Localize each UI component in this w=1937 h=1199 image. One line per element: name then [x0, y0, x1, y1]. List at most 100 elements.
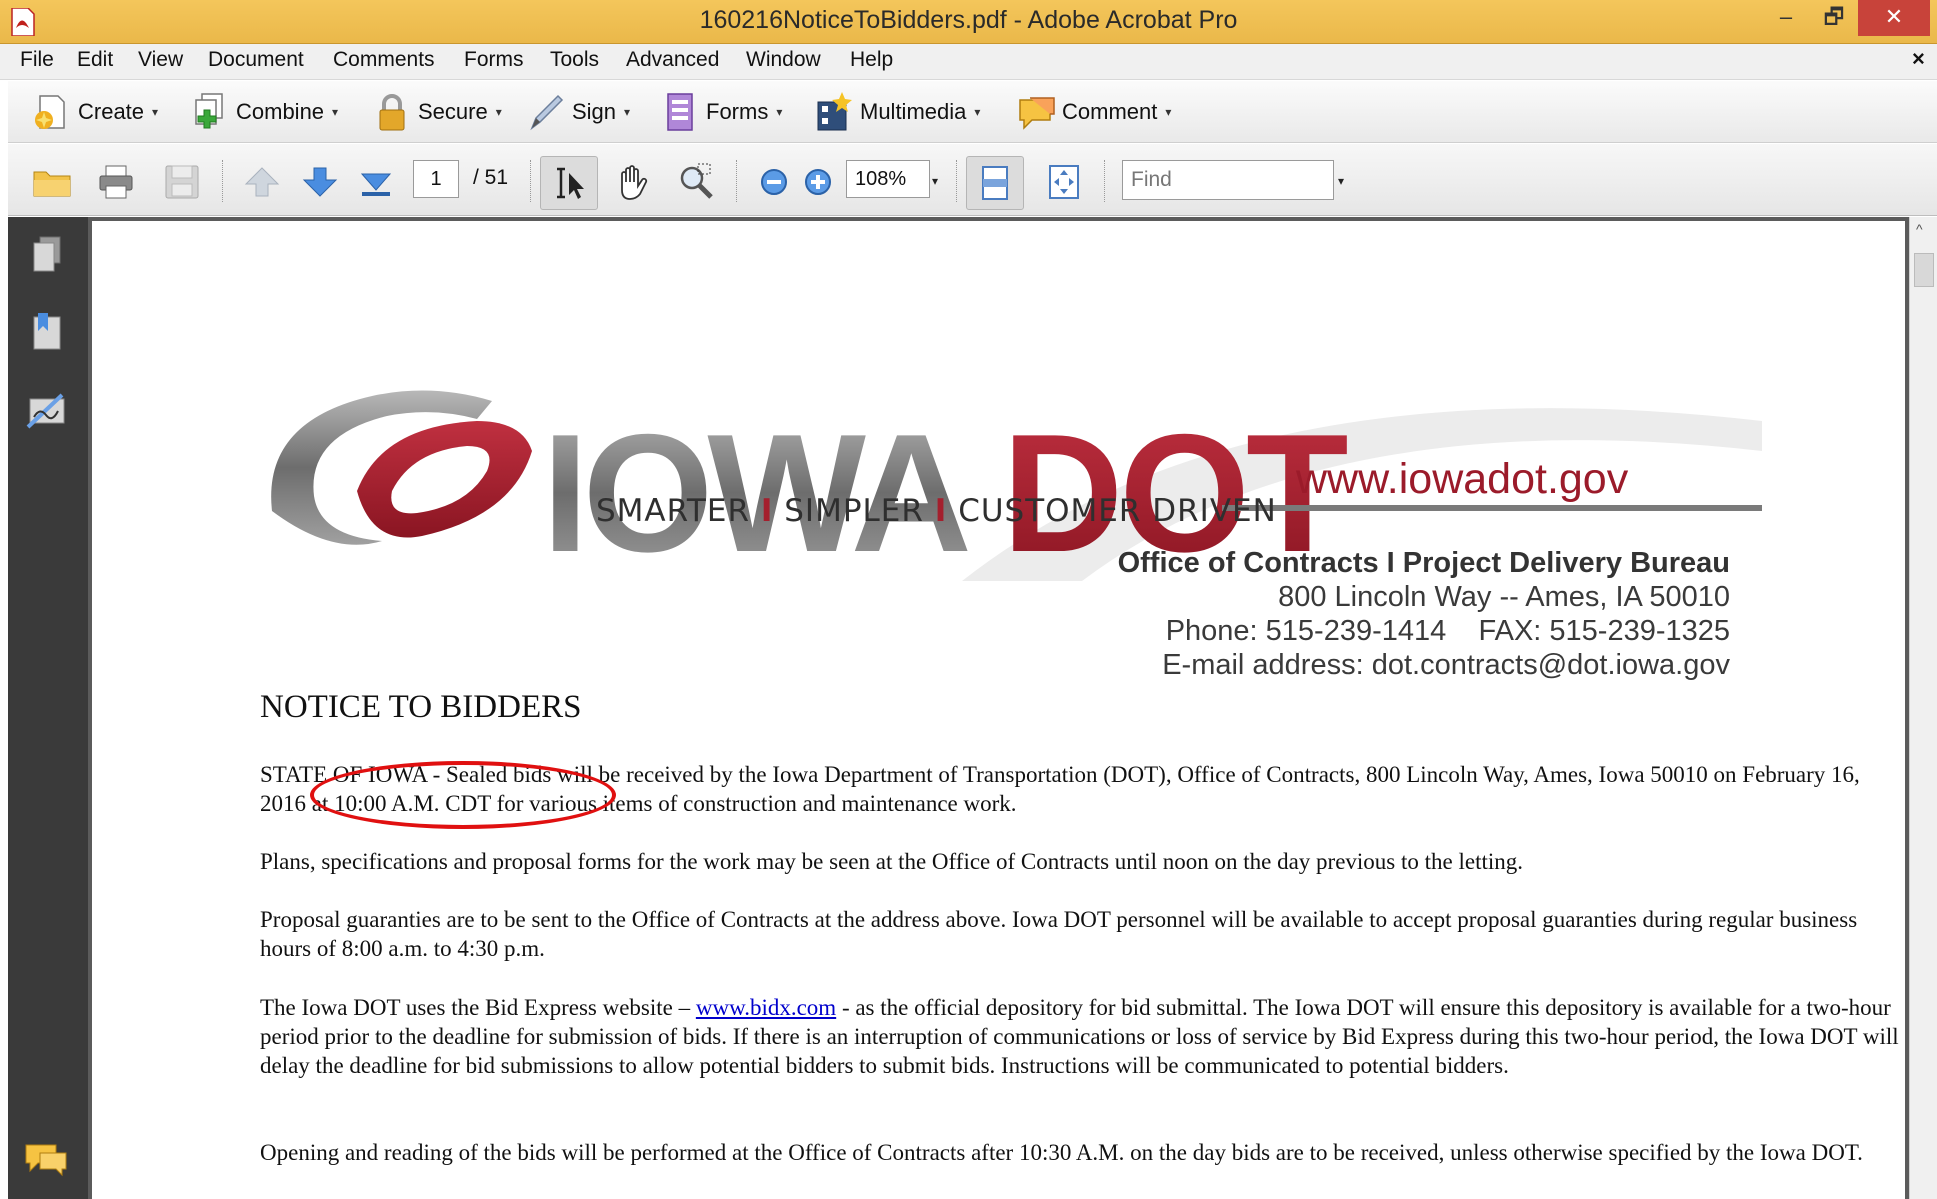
combine-label: Combine: [236, 99, 325, 124]
combine-button[interactable]: Combine ▾: [188, 89, 338, 135]
last-page-icon[interactable]: [356, 162, 396, 202]
marquee-zoom-icon[interactable]: [676, 162, 716, 202]
select-tool-button[interactable]: [540, 156, 598, 210]
forms-button[interactable]: Forms ▾: [658, 89, 782, 135]
close-document-icon[interactable]: ×: [1912, 46, 1925, 72]
page-number-input[interactable]: 1: [413, 160, 459, 198]
window-title: 160216NoticeToBidders.pdf - Adobe Acroba…: [699, 6, 1238, 34]
scroll-thumb[interactable]: [1914, 253, 1934, 287]
menu-comments[interactable]: Comments: [333, 48, 435, 72]
para4-text-before: The Iowa DOT uses the Bid Express websit…: [260, 995, 696, 1020]
tagline: SMARTER I SIMPLER I CUSTOMER DRIVEN: [596, 493, 1277, 529]
forms-label: Forms: [706, 99, 769, 124]
paragraph-plans: Plans, specifications and proposal forms…: [260, 849, 1524, 874]
chevron-down-icon: ▾: [152, 105, 159, 119]
bidx-link[interactable]: www.bidx.com: [696, 995, 836, 1020]
multimedia-label: Multimedia: [860, 99, 967, 124]
pdf-page: IOWA DOT www.iowadot.gov SMARTER I SIMPL…: [92, 221, 1905, 1199]
menu-document[interactable]: Document: [208, 48, 304, 72]
secure-button[interactable]: Secure ▾: [370, 89, 502, 135]
chevron-down-icon: ▾: [332, 105, 339, 119]
minimize-button[interactable]: –: [1762, 0, 1810, 36]
comment-label: Comment: [1062, 99, 1158, 124]
office-phone-fax: Phone: 515-239-1414 FAX: 515-239-1325: [1165, 615, 1730, 647]
text-cursor-icon: [557, 167, 584, 199]
menu-view[interactable]: View: [138, 48, 183, 72]
comments-pane-icon[interactable]: [22, 1135, 72, 1185]
common-toolbar: 1 / 51 108% ▾ Find ▾: [8, 144, 1937, 216]
create-icon: [35, 95, 65, 129]
notice-title: NOTICE TO BIDDERS: [260, 689, 582, 725]
pen-icon: [530, 94, 564, 131]
restore-button[interactable]: 🗗: [1810, 0, 1858, 36]
close-button[interactable]: ✕: [1858, 0, 1930, 36]
date-highlight-annotation: [310, 761, 616, 829]
lock-icon: [379, 94, 405, 131]
find-input[interactable]: Find: [1122, 160, 1334, 200]
comment-button[interactable]: Comment ▾: [1014, 89, 1171, 135]
sign-label: Sign: [572, 99, 617, 124]
save-icon[interactable]: [162, 162, 202, 202]
open-folder-icon[interactable]: [32, 162, 72, 202]
menu-forms[interactable]: Forms: [464, 48, 524, 72]
toolbar-separator: [222, 160, 224, 202]
tagline-separator: I: [760, 493, 774, 529]
create-button[interactable]: Create ▾: [30, 89, 158, 135]
zoom-out-icon[interactable]: [754, 162, 794, 202]
fit-page-icon[interactable]: [1044, 162, 1084, 202]
menu-file[interactable]: File: [20, 48, 54, 72]
office-address: 800 Lincoln Way -- Ames, IA 50010: [1278, 581, 1730, 613]
title-bar: 160216NoticeToBidders.pdf - Adobe Acroba…: [0, 0, 1937, 44]
signatures-icon[interactable]: [22, 387, 72, 437]
toolbar-separator: [1104, 160, 1106, 202]
logo-underline: [1222, 505, 1762, 511]
chevron-down-icon: ▾: [974, 105, 981, 119]
navigation-pane: [8, 217, 88, 1199]
pages-icon[interactable]: [22, 231, 72, 281]
zoom-level-field[interactable]: 108%: [846, 160, 930, 198]
tasks-toolbar: Create ▾ Combine ▾ Secure ▾ Sign ▾ Forms…: [8, 81, 1937, 143]
previous-page-icon[interactable]: [242, 162, 282, 202]
tagline-customer-driven: CUSTOMER DRIVEN: [958, 493, 1277, 529]
create-label: Create: [78, 99, 145, 124]
scroll-up-icon[interactable]: ^: [1916, 221, 1923, 237]
menu-bar: File Edit View Document Comments Forms T…: [0, 44, 1937, 80]
combine-icon: [195, 93, 223, 129]
chevron-down-icon: ▾: [624, 105, 631, 119]
chevron-down-icon: ▾: [776, 105, 783, 119]
office-email: E-mail address: dot.contracts@dot.iowa.g…: [1162, 649, 1730, 681]
menu-tools[interactable]: Tools: [550, 48, 599, 72]
document-viewport[interactable]: IOWA DOT www.iowadot.gov SMARTER I SIMPL…: [88, 217, 1909, 1199]
secure-label: Secure: [418, 99, 488, 124]
chevron-down-icon: ▾: [1165, 105, 1172, 119]
website-url: www.iowadot.gov: [1296, 455, 1629, 503]
tagline-simpler: SIMPLER: [784, 493, 924, 529]
tagline-separator: I: [934, 493, 948, 529]
next-page-icon[interactable]: [300, 162, 340, 202]
office-name: Office of Contracts I Project Delivery B…: [1117, 547, 1730, 579]
multimedia-button[interactable]: Multimedia ▾: [812, 89, 980, 135]
iowa-dot-logo: IOWA DOT: [271, 390, 1762, 581]
chevron-down-icon: ▾: [495, 105, 502, 119]
paragraph-bid-express: The Iowa DOT uses the Bid Express websit…: [260, 993, 1900, 1080]
toolbar-separator: [736, 160, 738, 202]
multimedia-icon: [817, 92, 852, 131]
zoom-dropdown-icon[interactable]: ▾: [932, 174, 938, 188]
paragraph-opening: Opening and reading of the bids will be …: [260, 1140, 1863, 1165]
menu-advanced[interactable]: Advanced: [626, 48, 719, 72]
bookmarks-icon[interactable]: [22, 309, 72, 359]
vertical-scrollbar[interactable]: ^: [1909, 217, 1937, 1199]
tagline-smarter: SMARTER: [596, 493, 750, 529]
hand-icon[interactable]: [612, 162, 652, 202]
scrolling-mode-button[interactable]: [966, 156, 1024, 210]
zoom-in-icon[interactable]: [798, 162, 838, 202]
scroll-mode-icon: [982, 166, 1008, 200]
menu-help[interactable]: Help: [850, 48, 893, 72]
menu-edit[interactable]: Edit: [77, 48, 113, 72]
sign-button[interactable]: Sign ▾: [524, 89, 630, 135]
find-dropdown-icon[interactable]: ▾: [1338, 174, 1344, 188]
page-total-label: / 51: [473, 166, 509, 189]
print-icon[interactable]: [96, 162, 136, 202]
menu-window[interactable]: Window: [746, 48, 821, 72]
toolbar-separator: [530, 160, 532, 202]
